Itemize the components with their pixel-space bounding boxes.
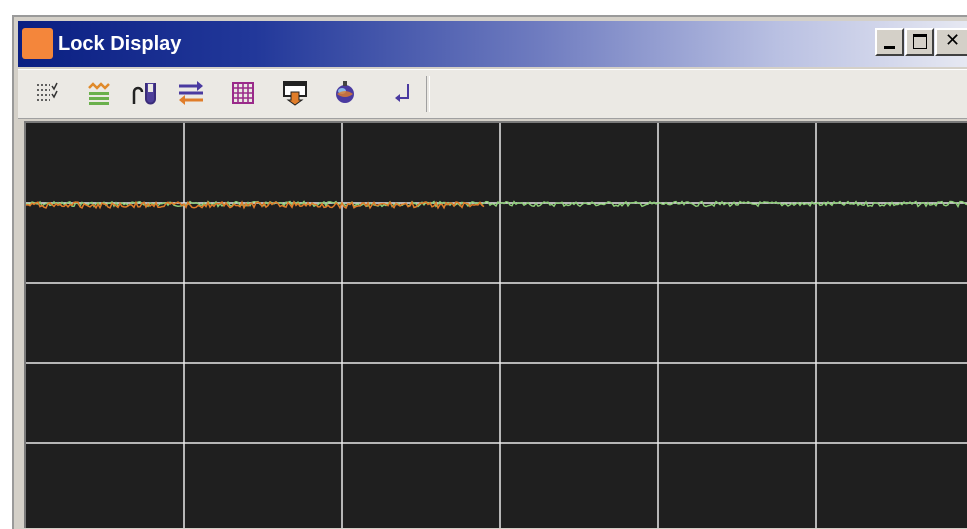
- toolbar-separator: [426, 76, 430, 112]
- minimize-button[interactable]: [875, 28, 904, 56]
- window-title: Lock Display: [58, 33, 182, 55]
- lock-display-plot[interactable]: [24, 121, 967, 528]
- grid-icon[interactable]: [228, 78, 258, 108]
- sample-tube-icon[interactable]: [130, 78, 160, 108]
- return-arrow-icon[interactable]: [388, 78, 418, 108]
- lock-display-window: Lock Display: [12, 15, 967, 529]
- title-bar[interactable]: Lock Display: [18, 21, 967, 67]
- swap-arrows-icon[interactable]: [176, 78, 206, 108]
- trace-display-icon[interactable]: [84, 78, 114, 108]
- globe-icon[interactable]: [330, 78, 360, 108]
- toolbar: [18, 69, 967, 119]
- maximize-button[interactable]: [905, 28, 934, 56]
- plot-canvas: [26, 123, 967, 528]
- close-button[interactable]: [935, 28, 967, 56]
- window-download-icon[interactable]: [280, 78, 310, 108]
- list-settings-icon[interactable]: [32, 78, 62, 108]
- app-icon[interactable]: [22, 28, 53, 59]
